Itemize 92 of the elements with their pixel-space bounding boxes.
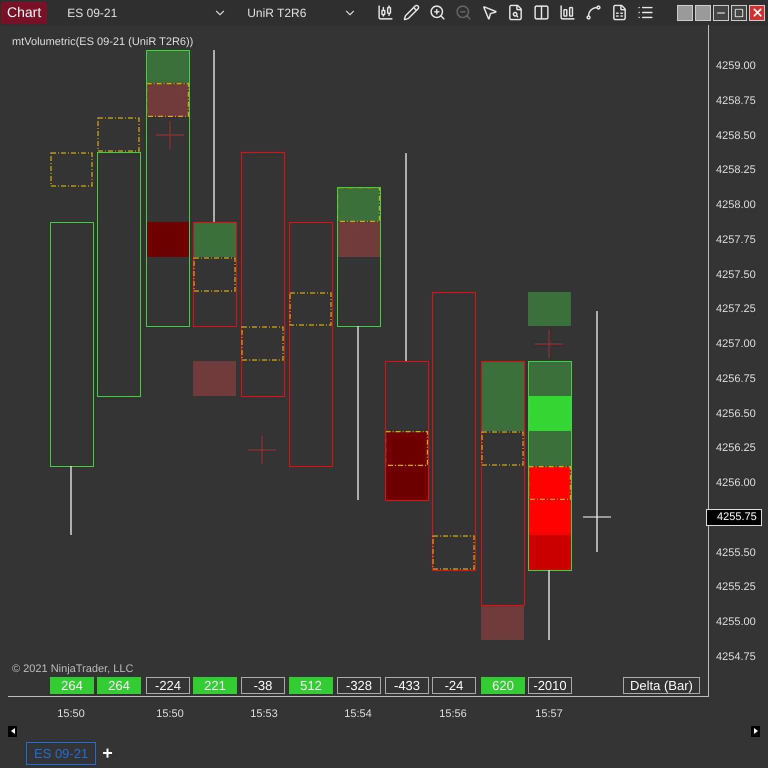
delta-value: -24 bbox=[432, 677, 476, 694]
price-label: 4256.50 bbox=[716, 408, 756, 420]
maximize-icon bbox=[734, 8, 744, 18]
volume-cell bbox=[528, 500, 571, 535]
delta-value: 264 bbox=[50, 677, 94, 694]
volume-cell bbox=[528, 431, 571, 466]
columns-icon[interactable] bbox=[533, 4, 550, 21]
volume-cell bbox=[193, 361, 236, 396]
delta-value: -38 bbox=[241, 677, 285, 694]
line-chart-icon[interactable] bbox=[585, 4, 602, 21]
time-label: 15:56 bbox=[439, 707, 467, 722]
price-label: 4256.25 bbox=[716, 442, 756, 454]
price-label: 4258.00 bbox=[716, 199, 756, 212]
volume-cell bbox=[481, 605, 524, 640]
tile-button[interactable] bbox=[695, 4, 711, 20]
bars-type-dropdown[interactable]: UniR T2R6 bbox=[247, 4, 358, 22]
close-icon bbox=[750, 6, 764, 19]
volume-cell bbox=[146, 50, 189, 83]
cross-marker bbox=[248, 436, 276, 464]
price-label: 4257.25 bbox=[716, 303, 756, 316]
tile-button[interactable] bbox=[677, 4, 693, 20]
price-label: 4255.00 bbox=[716, 616, 756, 628]
price-label: 4258.75 bbox=[716, 94, 756, 107]
indicator-label: mtVolumetric(ES 09-21 (UniR T2R6)) bbox=[12, 35, 194, 50]
maximize-button[interactable] bbox=[731, 4, 747, 20]
minimize-button[interactable] bbox=[713, 4, 729, 20]
delta-value: -328 bbox=[337, 677, 381, 694]
dashed-box bbox=[289, 292, 332, 326]
candle-wick bbox=[548, 570, 550, 640]
delta-label: Delta (Bar) bbox=[623, 677, 700, 694]
time-label: 15:54 bbox=[344, 707, 372, 722]
price-label: 4257.00 bbox=[716, 338, 756, 350]
volume-cell bbox=[528, 361, 571, 396]
candlestick-icon[interactable] bbox=[377, 4, 394, 21]
scroll-left-button[interactable] bbox=[8, 726, 17, 736]
volume-cell bbox=[528, 535, 571, 570]
list-icon[interactable] bbox=[637, 4, 654, 21]
current-price-marker: 4255.75 bbox=[706, 509, 762, 526]
volume-cell bbox=[528, 292, 571, 326]
pencil-icon[interactable] bbox=[403, 4, 420, 21]
window-title: Chart bbox=[1, 2, 48, 24]
dashed-box bbox=[481, 431, 524, 466]
time-label: 15:50 bbox=[57, 707, 85, 722]
delta-value: 620 bbox=[481, 677, 525, 694]
price-label: 4255.25 bbox=[716, 581, 756, 594]
copyright-text: © 2021 NinjaTrader, LLC bbox=[12, 662, 134, 677]
time-label: 15:53 bbox=[250, 707, 278, 722]
document-search-icon[interactable] bbox=[507, 4, 524, 21]
time-label: 15:50 bbox=[156, 707, 184, 722]
price-label: 4257.75 bbox=[716, 234, 756, 246]
outlined-volume-cell bbox=[528, 466, 571, 500]
price-label: 4258.25 bbox=[716, 164, 756, 176]
volume-cell bbox=[385, 466, 428, 500]
price-label: 4257.50 bbox=[716, 268, 756, 281]
volume-cell bbox=[528, 396, 571, 431]
price-label: 4255.50 bbox=[716, 546, 756, 559]
delta-value: 221 bbox=[193, 677, 237, 694]
scroll-right-button[interactable] bbox=[751, 726, 760, 736]
delta-value: -433 bbox=[385, 677, 429, 694]
close-button[interactable] bbox=[749, 4, 765, 20]
outlined-volume-cell bbox=[385, 431, 428, 466]
price-label: 4258.50 bbox=[716, 130, 756, 142]
outlined-volume-cell bbox=[146, 83, 189, 117]
dashed-box bbox=[432, 535, 475, 570]
cross-marker bbox=[156, 120, 184, 150]
add-tab-button[interactable]: + bbox=[102, 740, 113, 767]
volume-cell bbox=[193, 222, 236, 257]
cross-marker bbox=[534, 330, 564, 358]
time-label: 15:57 bbox=[535, 707, 563, 722]
volume-cell bbox=[146, 222, 189, 257]
price-label: 4259.00 bbox=[716, 60, 756, 72]
cross-marker bbox=[582, 502, 612, 532]
candle-wick bbox=[70, 466, 72, 535]
delta-value: 512 bbox=[289, 677, 333, 694]
dashed-box bbox=[50, 152, 93, 187]
bar-chart-icon[interactable] bbox=[559, 4, 576, 21]
volume-cell bbox=[481, 361, 524, 431]
price-label: 4256.75 bbox=[716, 372, 756, 385]
delta-value: 264 bbox=[97, 677, 141, 694]
price-label: 4256.00 bbox=[716, 477, 756, 490]
delta-value: -2010 bbox=[528, 677, 572, 694]
volume-cell bbox=[337, 222, 380, 257]
spreadsheet-icon[interactable] bbox=[611, 4, 628, 21]
outlined-volume-cell bbox=[337, 187, 380, 222]
dashed-box bbox=[97, 117, 140, 152]
delta-value: -224 bbox=[146, 677, 190, 694]
price-label: 4254.75 bbox=[716, 650, 756, 663]
zoom-in-icon[interactable] bbox=[429, 4, 446, 21]
pointer-icon[interactable] bbox=[481, 4, 498, 21]
dashed-box bbox=[241, 326, 284, 361]
dashed-box bbox=[193, 257, 236, 292]
instrument-dropdown[interactable]: ES 09-21 bbox=[67, 4, 228, 22]
